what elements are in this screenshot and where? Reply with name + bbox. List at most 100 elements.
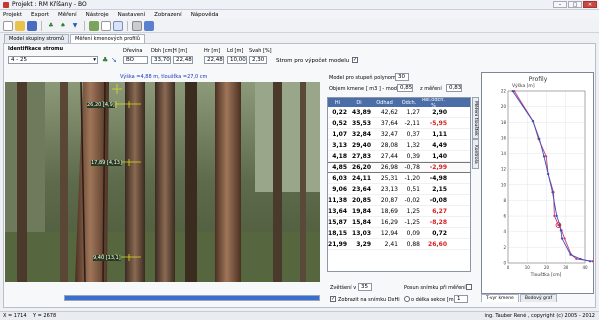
col-odhad[interactable]: Odhad: [371, 100, 398, 106]
menu-zobrazeni[interactable]: Zobrazení: [154, 12, 182, 18]
species-label: Dřevina: [123, 48, 143, 54]
menu-projekt[interactable]: Projekt: [3, 12, 22, 18]
photo-icon[interactable]: [89, 20, 99, 31]
tab-t-vyr-kmene[interactable]: T-vyr kmene: [481, 294, 519, 302]
col-rel-odch[interactable]: Rel.odch. %: [420, 98, 447, 109]
chart-xlabel: Tloušťka [cm]: [530, 271, 562, 278]
volume-label: Objem kmene [ m3 ] - model: [329, 86, 402, 92]
dbh-label: Dbh [cm]: [151, 48, 175, 54]
table-row[interactable]: 0,52 35,53 37,64 -2,11 -5,95: [328, 118, 470, 129]
model-degree-spinner[interactable]: 30: [395, 73, 409, 81]
cell-hi: 4,18: [332, 152, 347, 160]
measurement-table[interactable]: Hi Di Odhad Odch. Rel.odch. % 0,22 43,89 4…: [327, 97, 471, 272]
show-dxhi-checkbox[interactable]: ✓: [330, 296, 336, 302]
new-file-icon[interactable]: [3, 20, 13, 31]
table-row[interactable]: 9,06 23,64 23,13 0,51 2,15: [328, 184, 470, 195]
tab-mereni-profilu[interactable]: Měření kmenových profilů: [70, 34, 145, 43]
data-point: [591, 260, 594, 263]
close-button[interactable]: ✕: [583, 1, 597, 8]
table-row[interactable]: 4,85 26,20 26,98 -0,78 -2,99: [328, 162, 470, 173]
volume-field: 0,85: [397, 84, 413, 92]
arrow-down-icon[interactable]: ▼: [70, 21, 80, 31]
profile-chart-svg: ProfilyVýška [m]02468101214161820220 10 20…: [501, 76, 594, 278]
tree-photo[interactable]: 26,20 [4,9] 17,89 [4,13] 9,40 [13,1]: [5, 82, 320, 282]
cell-rel-odch: 26,60: [428, 240, 447, 248]
data-point: [545, 155, 548, 158]
dbh-field[interactable]: 33,70: [151, 56, 171, 64]
col-odch[interactable]: Odch.: [398, 100, 420, 106]
table-row[interactable]: 13,64 19,84 18,69 1,25 6,27: [328, 206, 470, 217]
h-field[interactable]: 22,48: [173, 56, 193, 64]
window-title: Projekt : RM Kříšany - BO: [12, 1, 87, 8]
cell-rel-odch: -4,98: [429, 174, 447, 182]
cell-odch: 1,25: [406, 207, 420, 215]
tab-bodovy-graf[interactable]: Bodový graf: [519, 294, 558, 302]
h-label: H [m]: [173, 48, 188, 54]
cell-odhad: 18,69: [380, 207, 398, 215]
monitor-icon[interactable]: [144, 20, 154, 31]
table-row[interactable]: 3,13 29,40 28,08 1,32 4,49: [328, 140, 470, 151]
document-icon[interactable]: [101, 20, 111, 31]
table-row[interactable]: 6,03 24,11 25,31 -1,20 -4,98: [328, 173, 470, 184]
menu-mereni[interactable]: Měření: [58, 12, 77, 18]
tab-mereni-tloustek[interactable]: Měření tloušťek: [472, 97, 479, 139]
menu-nastaveni[interactable]: Nastavení: [118, 12, 146, 18]
y-tick-label: 2: [503, 245, 506, 250]
profile-chart: Profily Výška [m] 0 2 4 6 8 10 12 14 16 18 20 22 0 10 20…: [481, 72, 594, 294]
svah-field[interactable]: 2,30: [249, 56, 267, 64]
tab-kontrola[interactable]: Kontrola: [472, 139, 479, 169]
status-copyright: ing. Tauber René , copyright (c) 2005 - …: [484, 313, 595, 319]
cell-odhad: 25,31: [380, 174, 398, 182]
save-icon[interactable]: [27, 20, 37, 31]
open-folder-icon[interactable]: [15, 20, 25, 31]
tree-edit-icon[interactable]: ♠: [58, 21, 68, 31]
hr-field[interactable]: 22,48: [204, 56, 224, 64]
tree-pick-icon[interactable]: ♣: [102, 56, 108, 64]
table-header: Hi Di Odhad Odch. Rel.odch. %: [328, 98, 470, 109]
ld-field[interactable]: 10,00: [227, 56, 247, 64]
sekce-spinner[interactable]: 1: [454, 295, 468, 303]
col-hi[interactable]: Hi: [328, 100, 347, 106]
sekce-radio[interactable]: [404, 296, 410, 302]
table-row[interactable]: 1,07 32,84 32,47 0,37 1,11: [328, 129, 470, 140]
menu-export[interactable]: Export: [31, 12, 49, 18]
zoom-spinner[interactable]: 35: [358, 283, 372, 291]
progress-fill: [65, 296, 319, 300]
menu-nastroje[interactable]: Nástroje: [86, 12, 109, 18]
app-icon: [3, 1, 9, 8]
species-field[interactable]: BO: [123, 56, 148, 64]
model-tree-checkbox[interactable]: ✓: [352, 57, 358, 63]
minimize-button[interactable]: –: [553, 1, 567, 8]
cell-di: 32,84: [352, 130, 371, 138]
table-icon[interactable]: [113, 20, 123, 31]
cell-di: 3,29: [356, 240, 371, 248]
maximize-button[interactable]: □: [568, 1, 582, 8]
tab-model-skupiny[interactable]: Model skupiny stromů: [4, 34, 70, 43]
tree-arrow-icon[interactable]: ↘: [111, 56, 117, 64]
cell-odhad: 26,98: [380, 164, 398, 171]
data-point: [553, 214, 556, 217]
table-row[interactable]: 0,22 43,89 42,62 1,27 2,90: [328, 107, 470, 118]
cell-odhad: 28,08: [380, 141, 398, 149]
vertical-tabs: Měření tloušťek Kontrola: [472, 97, 479, 177]
printer-icon[interactable]: [132, 20, 142, 31]
cell-rel-odch: 4,49: [432, 141, 447, 149]
posun-checkbox[interactable]: [466, 284, 472, 290]
cell-hi: 18,15: [328, 229, 347, 237]
tree-icon[interactable]: ♣: [46, 21, 56, 31]
table-row[interactable]: 4,18 27,83 27,44 0,39 1,40: [328, 151, 470, 162]
data-point: [569, 253, 572, 256]
model-degree-label: Model pro stupeň polynomu :: [329, 75, 403, 81]
cell-rel-odch: 2,90: [432, 108, 447, 116]
cell-odch: 0,51: [406, 185, 420, 193]
tree-id-select[interactable]: 4 - 25 ▾: [8, 56, 98, 64]
table-row[interactable]: 15,87 15,84 16,29 -1,25 -8,28: [328, 217, 470, 228]
menu-napoveda[interactable]: Nápověda: [191, 12, 219, 18]
col-di[interactable]: Di: [347, 100, 371, 106]
posun-label: Posun snímku při měření: [404, 285, 466, 291]
table-row[interactable]: 11,38 20,85 20,87 -0,02 -0,08: [328, 195, 470, 206]
table-row[interactable]: 21,99 3,29 2,41 0,88 26,60: [328, 239, 470, 250]
cell-odch: -1,20: [404, 174, 420, 182]
cell-rel-odch: 1,11: [432, 130, 447, 138]
table-row[interactable]: 18,15 13,03 12,94 0,09 0,72: [328, 228, 470, 239]
